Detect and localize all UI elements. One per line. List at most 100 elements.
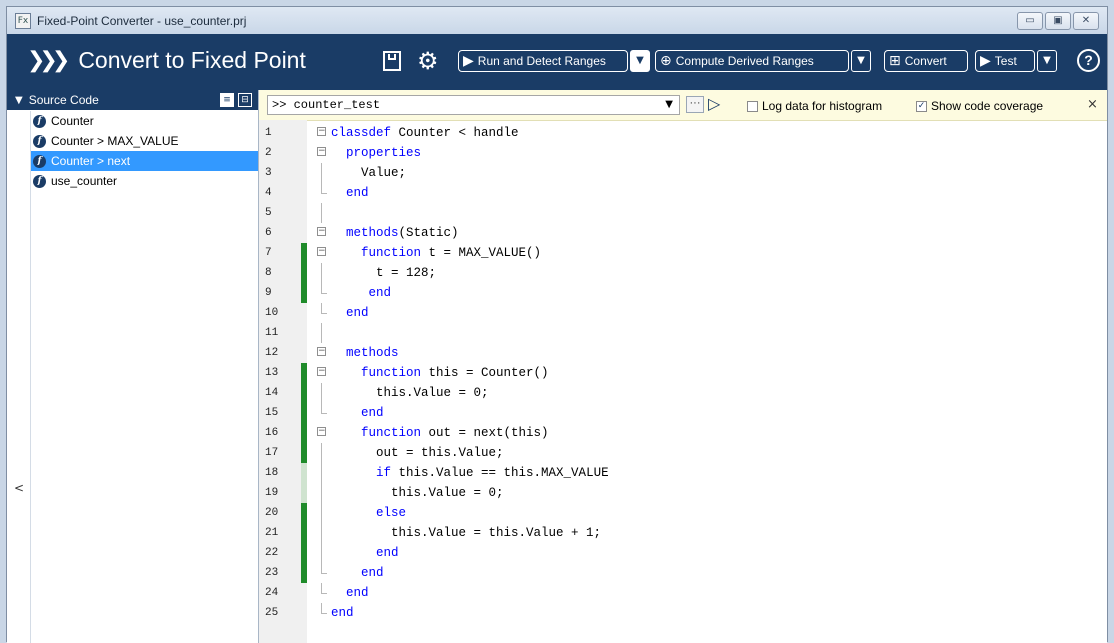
fold-toggle-icon[interactable]: −: [317, 347, 326, 356]
line-number: 16: [265, 427, 279, 439]
run-and-detect-ranges-button[interactable]: ▶ Run and Detect Ranges: [458, 50, 628, 72]
code-line[interactable]: 5: [259, 203, 1107, 223]
list-view-icon[interactable]: ≡: [220, 93, 234, 107]
close-command-bar-icon[interactable]: ×: [1087, 97, 1098, 112]
gear-icon[interactable]: ⚙: [417, 49, 441, 73]
line-number: 25: [265, 607, 279, 619]
code-token: out = next(this): [421, 426, 549, 440]
code-line[interactable]: 1 − classdef Counter < handle: [259, 123, 1107, 143]
code-line[interactable]: 3 Value;: [259, 163, 1107, 183]
panel-collapse-bar[interactable]: <: [7, 111, 31, 643]
code-line[interactable]: 19 this.Value = 0;: [259, 483, 1107, 503]
chevron-down-icon[interactable]: ▼: [665, 96, 673, 114]
code-token: this.Value = 0;: [331, 486, 504, 500]
fold-toggle-icon[interactable]: −: [317, 367, 326, 376]
code-line[interactable]: 23 end: [259, 563, 1107, 583]
code-text: end: [331, 546, 399, 560]
code-line[interactable]: 10 end: [259, 303, 1107, 323]
compute-derived-ranges-button[interactable]: ⊕ Compute Derived Ranges: [655, 50, 849, 72]
code-token: Value;: [331, 166, 407, 180]
code-keyword: classdef: [331, 126, 392, 140]
fold-end-tick: [321, 413, 327, 414]
convert-button[interactable]: ⊞ Convert: [884, 50, 968, 72]
tree-item[interactable]: f Counter: [31, 111, 258, 131]
fold-toggle-icon[interactable]: −: [317, 247, 326, 256]
fold-toggle-icon[interactable]: −: [317, 227, 326, 236]
code-line[interactable]: 18 if this.Value == this.MAX_VALUE: [259, 463, 1107, 483]
line-number: 11: [265, 327, 279, 339]
code-line[interactable]: 22 end: [259, 543, 1107, 563]
code-line[interactable]: 21 this.Value = this.Value + 1;: [259, 523, 1107, 543]
code-line[interactable]: 11: [259, 323, 1107, 343]
code-line[interactable]: 8 t = 128;: [259, 263, 1107, 283]
fold-toggle-icon[interactable]: −: [317, 127, 326, 136]
fold-end-tick: [321, 313, 327, 314]
code-text: end: [331, 586, 369, 600]
collapse-left-icon[interactable]: <: [14, 481, 24, 495]
code-keyword: function: [361, 246, 422, 260]
test-command-field[interactable]: >> counter_test ▼: [267, 95, 680, 115]
function-icon: f: [33, 134, 46, 148]
tree-item[interactable]: f use_counter: [31, 171, 258, 191]
save-icon[interactable]: [383, 51, 401, 71]
coverage-marker: [301, 383, 307, 403]
collapse-triangle-icon[interactable]: ▼: [15, 95, 23, 106]
tree-view-icon[interactable]: ⊟: [238, 93, 252, 107]
code-line[interactable]: 9 end: [259, 283, 1107, 303]
code-line[interactable]: 13 − function this = Counter(): [259, 363, 1107, 383]
code-line[interactable]: 4 end: [259, 183, 1107, 203]
log-histogram-box[interactable]: [747, 100, 758, 112]
minimize-icon[interactable]: ▭: [1017, 12, 1043, 30]
code-line[interactable]: 14 this.Value = 0;: [259, 383, 1107, 403]
maximize-icon[interactable]: ▣: [1045, 12, 1071, 30]
tree-item[interactable]: f Counter > next: [31, 151, 258, 171]
code-line[interactable]: 15 end: [259, 403, 1107, 423]
code-line[interactable]: 20 else: [259, 503, 1107, 523]
code-editor[interactable]: 1− classdef Counter < handle 2− properties…: [259, 120, 1107, 643]
fold-line: [321, 463, 322, 483]
code-line[interactable]: 24 end: [259, 583, 1107, 603]
code-line[interactable]: 17 out = this.Value;: [259, 443, 1107, 463]
fold-line: [321, 583, 322, 593]
code-line[interactable]: 16 − function out = next(this): [259, 423, 1107, 443]
toolbar-title: ❯❯❯ Convert to Fixed Point: [27, 47, 306, 74]
code-text: out = this.Value;: [331, 446, 504, 460]
line-number: 7: [265, 247, 272, 259]
show-coverage-box[interactable]: ✓: [916, 100, 927, 112]
close-icon[interactable]: ✕: [1073, 12, 1099, 30]
function-icon: f: [33, 154, 46, 168]
code-token: (Static): [398, 226, 459, 240]
fold-toggle-icon[interactable]: −: [317, 427, 326, 436]
test-options-dropdown[interactable]: ▼: [1037, 50, 1057, 72]
source-code-header[interactable]: ▼ Source Code ≡ ⊟: [7, 90, 258, 110]
code-line[interactable]: 12 − methods: [259, 343, 1107, 363]
code-line[interactable]: 7 − function t = MAX_VALUE(): [259, 243, 1107, 263]
code-line[interactable]: 6 − methods(Static): [259, 223, 1107, 243]
code-token: this.Value = this.Value + 1;: [331, 526, 602, 540]
more-options-button[interactable]: ···: [686, 96, 704, 113]
coverage-marker: [301, 483, 307, 503]
coverage-marker: [301, 363, 307, 383]
coverage-marker: [301, 403, 307, 423]
line-number: 24: [265, 587, 279, 599]
fold-line: [321, 303, 322, 313]
line-number: 20: [265, 507, 279, 519]
derived-options-dropdown[interactable]: ▼: [851, 50, 871, 72]
run-options-dropdown[interactable]: ▼: [630, 50, 650, 72]
tree-item-label: use_counter: [51, 174, 118, 188]
test-button[interactable]: ▶ Test: [975, 50, 1035, 72]
code-line[interactable]: 2 − properties: [259, 143, 1107, 163]
log-histogram-checkbox[interactable]: Log data for histogram: [747, 99, 882, 113]
test-label: Test: [994, 54, 1017, 68]
show-code-coverage-checkbox[interactable]: ✓ Show code coverage: [916, 99, 1043, 113]
run-test-play-icon[interactable]: ▷: [708, 95, 720, 113]
code-line[interactable]: 25 end: [259, 603, 1107, 623]
tree-item[interactable]: f Counter > MAX_VALUE: [31, 131, 258, 151]
fold-toggle-icon[interactable]: −: [317, 147, 326, 156]
help-icon[interactable]: ?: [1077, 49, 1100, 72]
code-token: out = this.Value;: [331, 446, 504, 460]
code-token: this.Value = 0;: [331, 386, 489, 400]
